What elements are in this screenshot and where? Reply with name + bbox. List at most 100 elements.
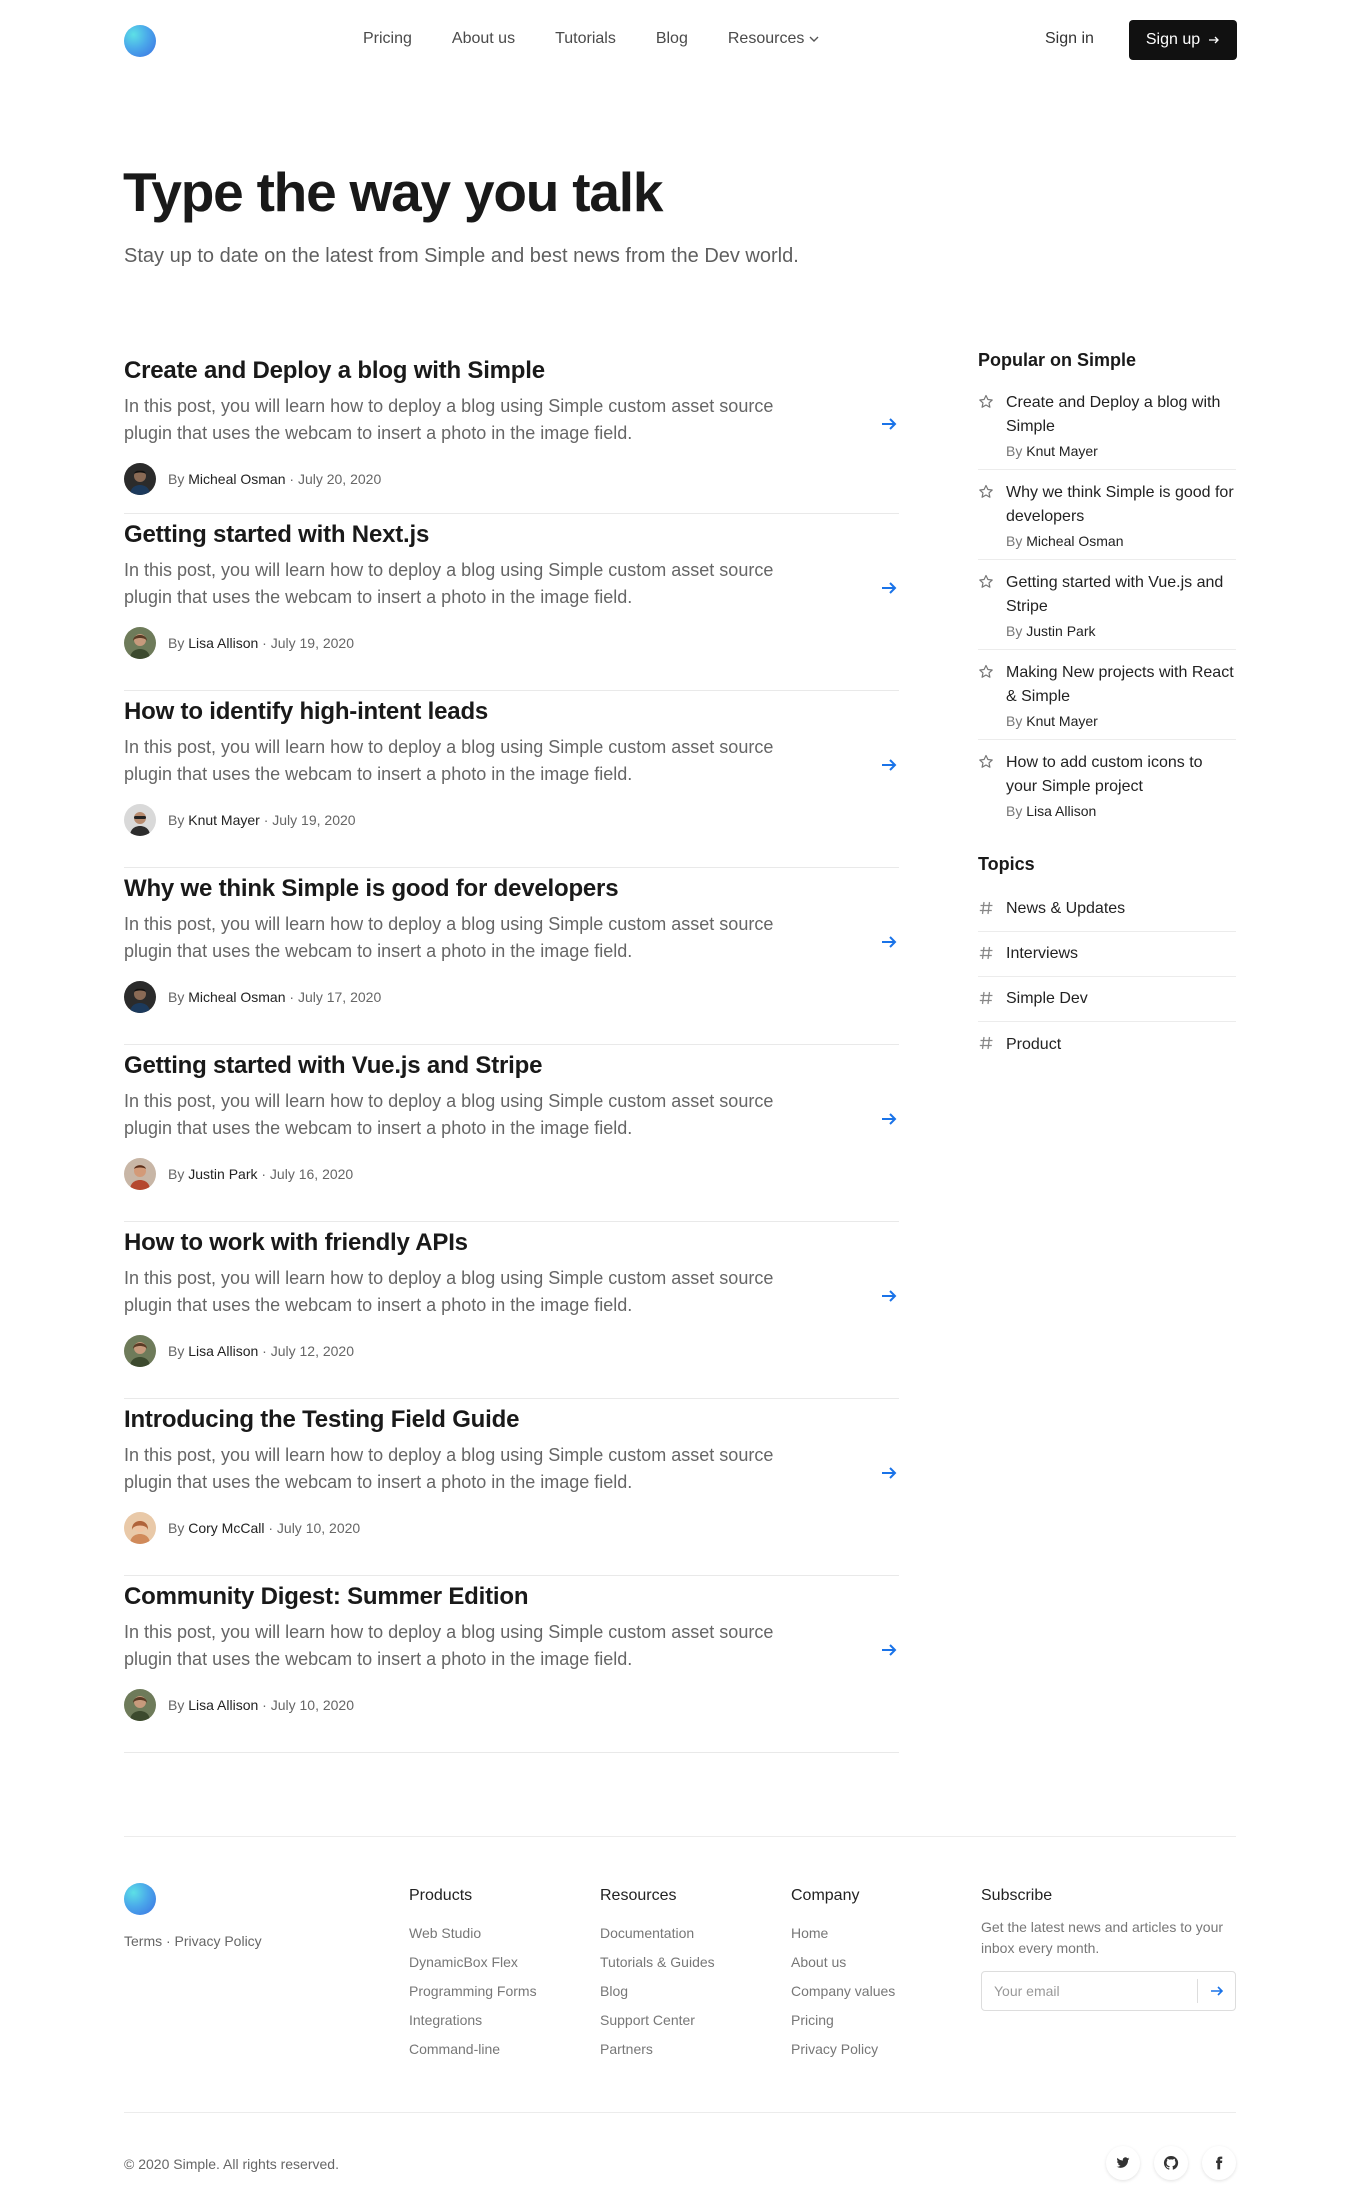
- twitter-icon[interactable]: [1106, 2146, 1140, 2180]
- post-title[interactable]: How to identify high-intent leads: [124, 698, 488, 726]
- sidebar: Popular on Simple Create and Deploy a bl…: [978, 350, 1236, 1067]
- arrow-right-icon[interactable]: [879, 1109, 899, 1129]
- arrow-right-icon[interactable]: [879, 1286, 899, 1306]
- post-author[interactable]: Lisa Allison: [188, 1343, 258, 1359]
- post-item[interactable]: How to work with friendly APIs In this p…: [124, 1222, 899, 1399]
- footer-link[interactable]: About us: [791, 1948, 895, 1977]
- footer-link[interactable]: Home: [791, 1919, 895, 1948]
- post-meta: By Micheal Osman · July 17, 2020: [124, 981, 381, 1013]
- footer-link[interactable]: Pricing: [791, 2006, 895, 2035]
- popular-item[interactable]: Why we think Simple is good for develope…: [978, 481, 1236, 560]
- popular-author[interactable]: Knut Mayer: [1026, 443, 1098, 459]
- post-item[interactable]: Introducing the Testing Field Guide In t…: [124, 1399, 899, 1576]
- topic-item[interactable]: Product: [978, 1022, 1236, 1067]
- sign-up-button[interactable]: Sign up: [1129, 20, 1237, 60]
- footer-link[interactable]: Integrations: [409, 2006, 537, 2035]
- subscribe-submit-button[interactable]: [1197, 1979, 1235, 2003]
- avatar: [124, 1512, 156, 1544]
- nav-resources[interactable]: Resources: [728, 30, 820, 48]
- post-item[interactable]: Create and Deploy a blog with Simple In …: [124, 350, 899, 514]
- sign-in-link[interactable]: Sign in: [1045, 30, 1094, 48]
- popular-item[interactable]: Getting started with Vue.js and Stripe B…: [978, 571, 1236, 650]
- post-date: · July 19, 2020: [263, 812, 356, 828]
- facebook-icon[interactable]: [1202, 2146, 1236, 2180]
- popular-byline: By Micheal Osman: [1006, 533, 1236, 549]
- post-title[interactable]: Introducing the Testing Field Guide: [124, 1406, 519, 1434]
- footer-link[interactable]: Web Studio: [409, 1919, 537, 1948]
- popular-by: By: [1006, 533, 1023, 549]
- popular-title[interactable]: Why we think Simple is good for develope…: [1006, 481, 1236, 529]
- popular-item[interactable]: Create and Deploy a blog with Simple By …: [978, 391, 1236, 470]
- post-item[interactable]: Community Digest: Summer Edition In this…: [124, 1576, 899, 1753]
- arrow-right-icon[interactable]: [879, 1640, 899, 1660]
- footer-link[interactable]: DynamicBox Flex: [409, 1948, 537, 1977]
- post-author[interactable]: Micheal Osman: [188, 471, 285, 487]
- popular-heading: Popular on Simple: [978, 350, 1137, 370]
- popular-author[interactable]: Micheal Osman: [1026, 533, 1123, 549]
- github-icon[interactable]: [1154, 2146, 1188, 2180]
- post-item[interactable]: Getting started with Vue.js and Stripe I…: [124, 1045, 899, 1222]
- footer-link[interactable]: Blog: [600, 1977, 715, 2006]
- footer-link[interactable]: Partners: [600, 2035, 715, 2064]
- star-icon: [979, 574, 993, 588]
- footer-link[interactable]: Privacy Policy: [791, 2035, 895, 2064]
- arrow-right-icon[interactable]: [879, 578, 899, 598]
- post-date: · July 10, 2020: [262, 1697, 355, 1713]
- popular-title[interactable]: How to add custom icons to your Simple p…: [1006, 751, 1236, 799]
- post-author[interactable]: Knut Mayer: [188, 812, 260, 828]
- popular-item[interactable]: How to add custom icons to your Simple p…: [978, 751, 1236, 830]
- post-author[interactable]: Micheal Osman: [188, 989, 285, 1005]
- popular-title[interactable]: Create and Deploy a blog with Simple: [1006, 391, 1236, 439]
- footer-logo[interactable]: [124, 1883, 156, 1915]
- footer-link[interactable]: Tutorials & Guides: [600, 1948, 715, 1977]
- arrow-right-icon[interactable]: [879, 414, 899, 434]
- post-title[interactable]: Why we think Simple is good for develope…: [124, 875, 619, 903]
- arrow-right-icon[interactable]: [879, 1463, 899, 1483]
- post-author[interactable]: Lisa Allison: [188, 635, 258, 651]
- star-icon: [979, 484, 993, 498]
- nav-pricing[interactable]: Pricing: [363, 30, 412, 48]
- popular-author[interactable]: Lisa Allison: [1026, 803, 1096, 819]
- post-author[interactable]: Cory McCall: [188, 1520, 264, 1536]
- topic-item[interactable]: News & Updates: [978, 887, 1236, 932]
- nav-blog[interactable]: Blog: [656, 30, 688, 48]
- post-title[interactable]: Getting started with Vue.js and Stripe: [124, 1052, 542, 1080]
- arrow-right-icon[interactable]: [879, 755, 899, 775]
- footer-link[interactable]: Command-line: [409, 2035, 537, 2064]
- footer-link[interactable]: Support Center: [600, 2006, 715, 2035]
- footer-divider: [124, 1836, 1236, 1837]
- post-item[interactable]: Why we think Simple is good for develope…: [124, 868, 899, 1045]
- post-title[interactable]: How to work with friendly APIs: [124, 1229, 468, 1257]
- nav-resources-label: Resources: [727, 30, 805, 47]
- footer-legal-links[interactable]: Terms · Privacy Policy: [124, 1933, 262, 1949]
- post-item[interactable]: Getting started with Next.js In this pos…: [124, 514, 899, 691]
- post-author[interactable]: Justin Park: [188, 1166, 257, 1182]
- footer-link[interactable]: Documentation: [600, 1919, 715, 1948]
- post-title[interactable]: Community Digest: Summer Edition: [124, 1583, 528, 1611]
- topic-item[interactable]: Interviews: [978, 932, 1236, 977]
- footer-link[interactable]: Programming Forms: [409, 1977, 537, 2006]
- twitter-glyph: [1116, 2157, 1130, 2168]
- post-description: In this post, you will learn how to depl…: [124, 1622, 774, 1669]
- topic-item[interactable]: Simple Dev: [978, 977, 1236, 1022]
- post-date: · July 10, 2020: [268, 1520, 361, 1536]
- copyright: © 2020 Simple. All rights reserved.: [124, 2156, 339, 2172]
- post-title[interactable]: Create and Deploy a blog with Simple: [124, 357, 545, 385]
- post-author[interactable]: Lisa Allison: [188, 1697, 258, 1713]
- popular-author[interactable]: Justin Park: [1026, 623, 1095, 639]
- popular-author[interactable]: Knut Mayer: [1026, 713, 1098, 729]
- brand-logo[interactable]: [124, 25, 156, 57]
- post-title[interactable]: Getting started with Next.js: [124, 521, 429, 549]
- footer-company-column: Company Home About us Company values Pri…: [791, 1887, 895, 2064]
- popular-title[interactable]: Getting started with Vue.js and Stripe: [1006, 571, 1236, 619]
- post-item[interactable]: How to identify high-intent leads In thi…: [124, 691, 899, 868]
- post-description: In this post, you will learn how to depl…: [124, 396, 774, 443]
- footer-link[interactable]: Company values: [791, 1977, 895, 2006]
- nav-about-us[interactable]: About us: [452, 30, 515, 48]
- post-by: By: [168, 812, 185, 828]
- email-field[interactable]: [994, 1972, 1194, 2010]
- nav-tutorials[interactable]: Tutorials: [555, 30, 616, 48]
- popular-item[interactable]: Making New projects with React & Simple …: [978, 661, 1236, 740]
- arrow-right-icon[interactable]: [879, 932, 899, 952]
- popular-title[interactable]: Making New projects with React & Simple: [1006, 661, 1236, 709]
